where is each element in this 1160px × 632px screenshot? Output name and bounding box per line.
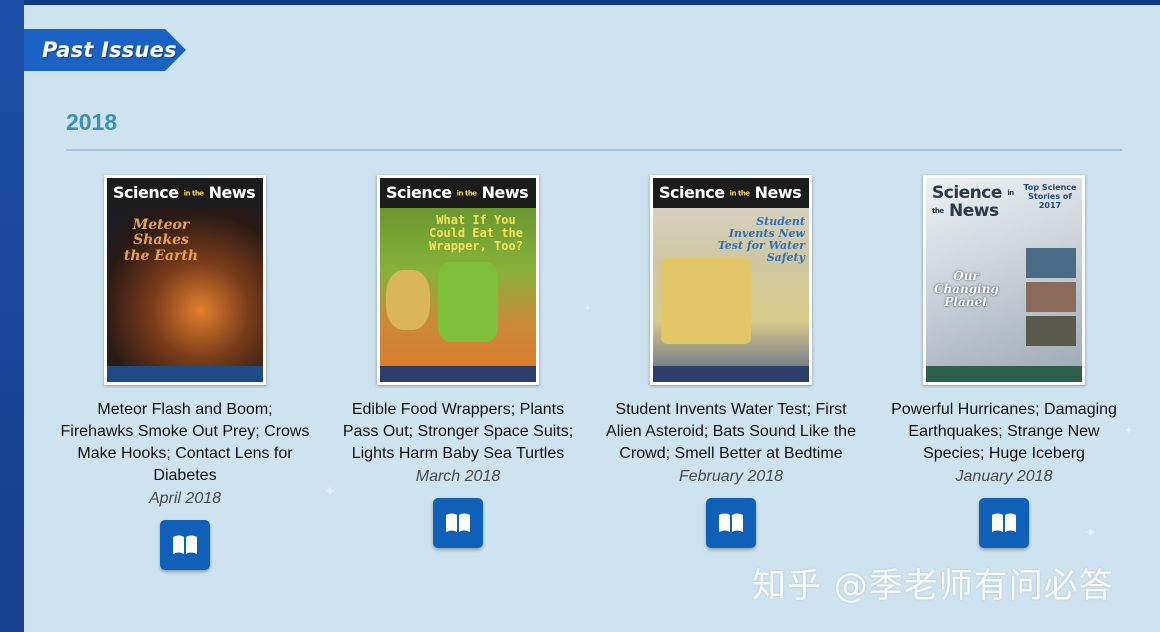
- watermark: 知乎 @季老师有问必答: [752, 566, 1114, 606]
- cover-footer: [107, 366, 263, 382]
- cover-thumbnail[interactable]: Science in the News What If You Could Ea…: [377, 175, 539, 385]
- sparkle-decoration: ✦: [584, 304, 592, 314]
- year-divider: [66, 149, 1122, 151]
- cover-footer: [653, 366, 809, 382]
- cover-footer: [380, 366, 536, 382]
- open-book-icon: [992, 513, 1016, 532]
- hurricane-photo: [1026, 248, 1076, 278]
- issue-date: February 2018: [678, 468, 784, 485]
- issue-date: January 2018: [955, 468, 1053, 485]
- banner-label: Past Issues: [42, 38, 177, 62]
- issue-title[interactable]: Student Invents Water Test; First Alien …: [606, 399, 856, 465]
- read-issue-button[interactable]: [433, 498, 483, 548]
- cover-masthead: Science in the News: [932, 183, 1014, 221]
- read-issue-button[interactable]: [160, 520, 210, 570]
- vegetables-illustration: [438, 262, 498, 342]
- issue-title[interactable]: Powerful Hurricanes; Damaging Earthquake…: [879, 399, 1129, 465]
- cover-masthead: Science in the News: [653, 178, 809, 208]
- cover-image: Science in the News Student Invents New …: [653, 178, 809, 382]
- issue-card-march-2018: Science in the News What If You Could Ea…: [333, 175, 583, 548]
- potatoes-illustration: [386, 270, 430, 330]
- sparkle-decoration: ✦: [24, 595, 25, 613]
- cover-thumbnail[interactable]: Science in the News Top Science Stories …: [923, 175, 1085, 385]
- past-issues-panel: ✦ ✦ ✦ ✦ ✦ ✦ Past Issues 2018 Science in …: [24, 5, 1160, 632]
- cover-badge: Top Science Stories of 2017: [1023, 183, 1077, 210]
- issue-card-january-2018: Science in the News Top Science Stories …: [879, 175, 1129, 548]
- left-border-strip: [0, 0, 24, 632]
- earthquake-photo: [1026, 282, 1076, 312]
- cover-image: Science in the News What If You Could Ea…: [380, 178, 536, 382]
- cover-headline: Meteor Shakes the Earth: [123, 217, 199, 264]
- cover-thumbnail[interactable]: Science in the News Meteor Shakes the Ea…: [104, 175, 266, 385]
- past-issues-banner: Past Issues: [24, 29, 186, 71]
- cover-masthead: Science in the News: [107, 178, 263, 208]
- open-book-icon: [173, 535, 197, 554]
- species-photo: [1026, 316, 1076, 346]
- issue-card-april-2018: Science in the News Meteor Shakes the Ea…: [60, 175, 310, 570]
- cover-footer: [926, 366, 1082, 382]
- read-issue-button[interactable]: [979, 498, 1029, 548]
- issue-date: April 2018: [148, 490, 222, 507]
- issue-title[interactable]: Meteor Flash and Boom; Firehawks Smoke O…: [60, 399, 310, 487]
- cover-masthead: Science in the News: [380, 178, 536, 208]
- year-heading: 2018: [66, 109, 118, 135]
- issue-title[interactable]: Edible Food Wrappers; Plants Pass Out; S…: [333, 399, 583, 465]
- water-basin-illustration: [661, 258, 751, 344]
- issue-card-february-2018: Science in the News Student Invents New …: [606, 175, 856, 548]
- cover-headline: What If You Could Eat the Wrapper, Too?: [429, 213, 523, 254]
- cover-image: Science in the News Meteor Shakes the Ea…: [107, 178, 263, 382]
- open-book-icon: [719, 513, 743, 532]
- cover-headline: Our Changing Planet: [934, 269, 999, 310]
- cover-image: Science in the News Top Science Stories …: [926, 178, 1082, 382]
- cover-thumbnail[interactable]: Science in the News Student Invents New …: [650, 175, 812, 385]
- open-book-icon: [446, 513, 470, 532]
- read-issue-button[interactable]: [706, 498, 756, 548]
- issue-date: March 2018: [415, 468, 501, 485]
